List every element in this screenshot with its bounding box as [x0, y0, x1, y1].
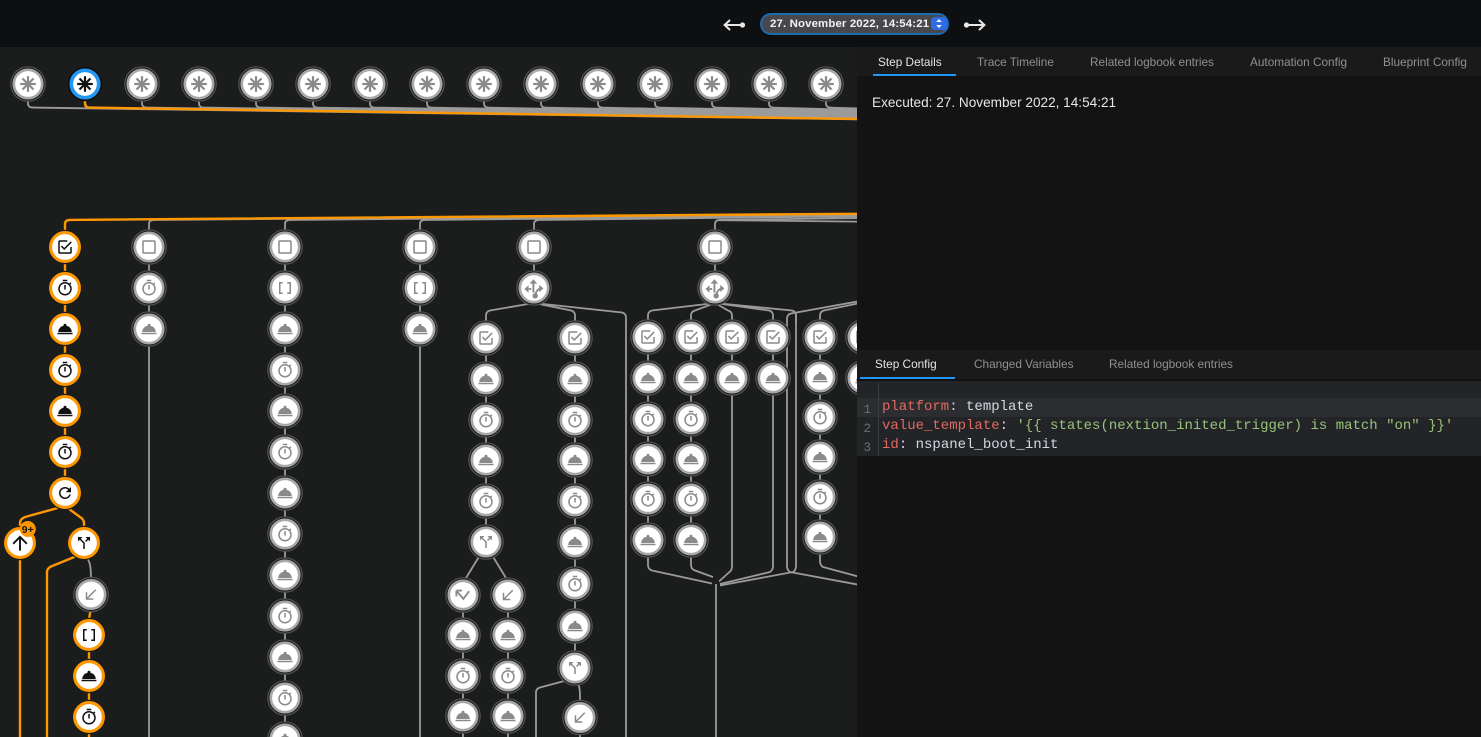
svg-text:9+: 9+	[22, 524, 34, 536]
